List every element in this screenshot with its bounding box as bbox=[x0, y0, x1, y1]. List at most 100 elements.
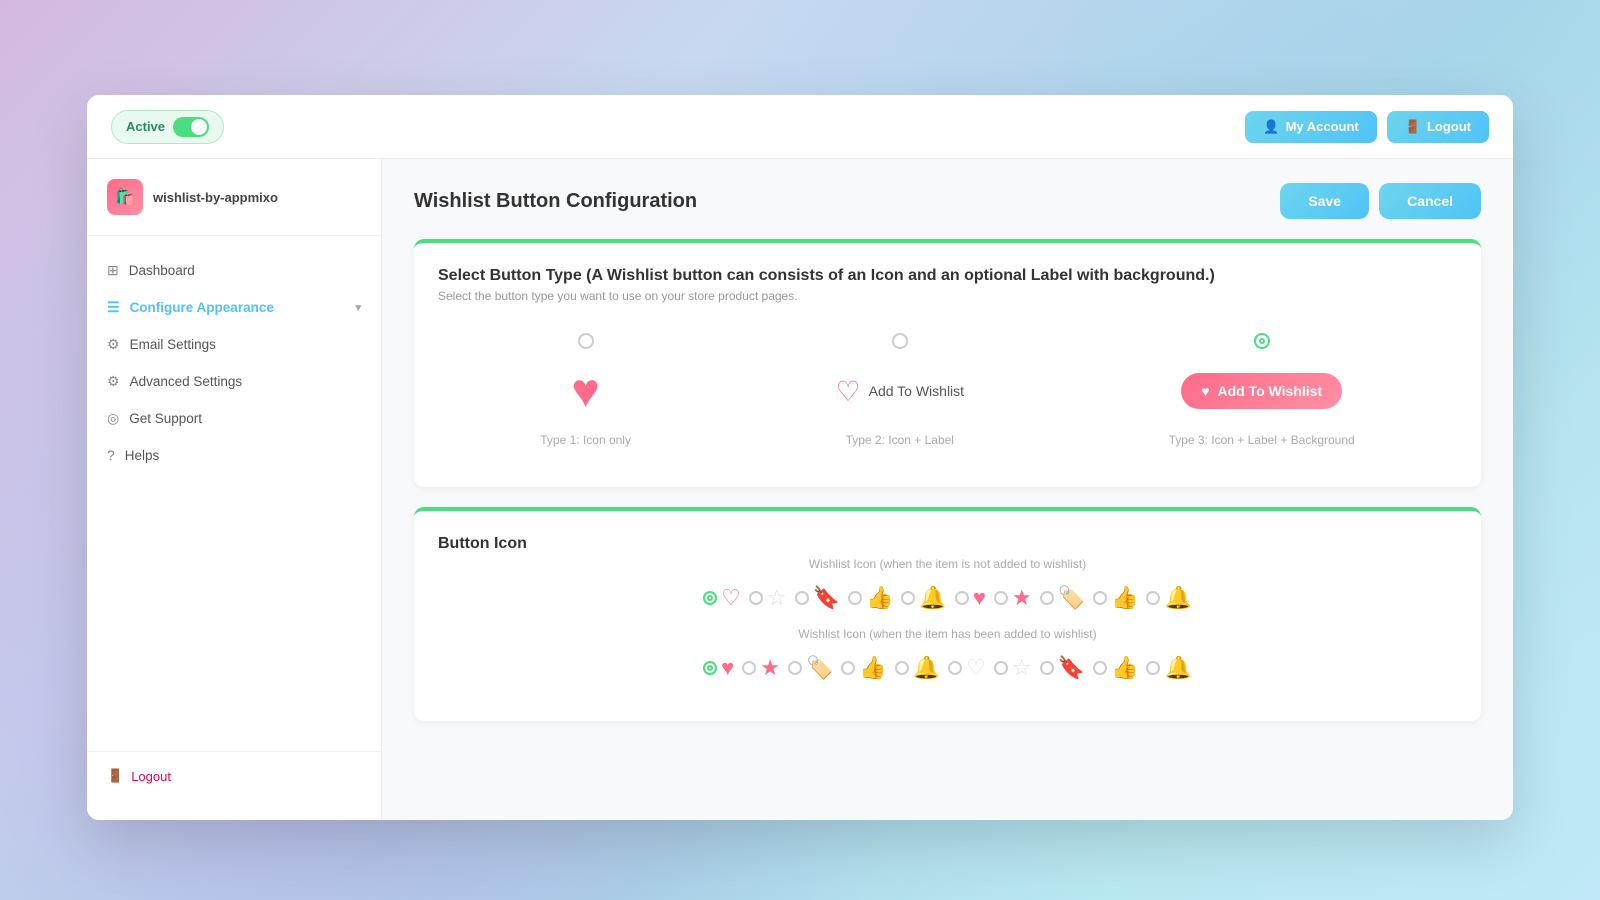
radio-type2[interactable] bbox=[892, 333, 908, 349]
added-radio-heart-outline[interactable] bbox=[948, 661, 962, 675]
nav-menu: ⊞ Dashboard ☰ Configure Appearance ▾ ⚙ E… bbox=[87, 236, 381, 751]
type3-display: ♥ Add To Wishlist bbox=[1181, 361, 1342, 421]
type1-display: ♥ bbox=[571, 361, 600, 421]
radio-heart-outline[interactable] bbox=[703, 591, 717, 605]
added-radio-bookmark-outline[interactable] bbox=[1040, 661, 1054, 675]
sidebar: 🛍️ wishlist-by-appmixo ⊞ Dashboard ☰ Con… bbox=[87, 159, 382, 820]
added-bookmark-outline-icon: 🔖 bbox=[1058, 655, 1085, 681]
button-type-title: Select Button Type (A Wishlist button ca… bbox=[438, 267, 1457, 285]
added-radio-star-outline[interactable] bbox=[994, 661, 1008, 675]
icon-option-bookmark-outline[interactable]: 🔖 bbox=[795, 585, 840, 611]
type2-text: Add To Wishlist bbox=[869, 383, 964, 399]
radio-row-type2 bbox=[892, 333, 908, 349]
added-icon-option-star-solid[interactable]: ★ bbox=[742, 655, 780, 681]
active-toggle[interactable]: Active bbox=[111, 110, 224, 144]
advanced-label: Advanced Settings bbox=[130, 374, 243, 389]
sidebar-logout-button[interactable]: 🚪 Logout bbox=[107, 768, 361, 784]
cancel-button[interactable]: Cancel bbox=[1379, 183, 1481, 219]
added-icon-option-bookmark-solid[interactable]: 🏷️ bbox=[788, 655, 833, 681]
bell-outline-icon: 🔔 bbox=[919, 585, 946, 611]
sidebar-item-configure-appearance[interactable]: ☰ Configure Appearance ▾ bbox=[87, 289, 381, 326]
radio-star-solid[interactable] bbox=[994, 591, 1008, 605]
added-star-solid-icon: ★ bbox=[760, 655, 780, 681]
button-type-card: Select Button Type (A Wishlist button ca… bbox=[414, 239, 1481, 487]
sidebar-item-advanced-settings[interactable]: ⚙ Advanced Settings bbox=[87, 363, 381, 400]
radio-type1[interactable] bbox=[578, 333, 594, 349]
type2-label: Type 2: Icon + Label bbox=[846, 433, 954, 447]
thumbsup-solid-icon: 👍 bbox=[1111, 585, 1138, 611]
radio-star-outline[interactable] bbox=[749, 591, 763, 605]
added-icon-option-bell-solid[interactable]: 🔔 bbox=[895, 655, 940, 681]
sidebar-item-email-settings[interactable]: ⚙ Email Settings bbox=[87, 326, 381, 363]
added-radio-star-solid[interactable] bbox=[742, 661, 756, 675]
added-radio-thumbsup-outline[interactable] bbox=[1093, 661, 1107, 675]
radio-heart-solid[interactable] bbox=[955, 591, 969, 605]
sidebar-item-get-support[interactable]: ◎ Get Support bbox=[87, 400, 381, 437]
added-icon-option-bookmark-outline[interactable]: 🔖 bbox=[1040, 655, 1085, 681]
page-header: Wishlist Button Configuration Save Cance… bbox=[414, 183, 1481, 219]
added-icon-option-star-outline[interactable]: ☆ bbox=[994, 655, 1032, 681]
added-radio-thumbsup-solid[interactable] bbox=[841, 661, 855, 675]
added-icon-option-heart-solid[interactable]: ♥ bbox=[703, 655, 734, 681]
top-bar-left: Active bbox=[111, 110, 224, 144]
heart-btn-icon: ♥ bbox=[1201, 383, 1209, 399]
sidebar-item-dashboard[interactable]: ⊞ Dashboard bbox=[87, 252, 381, 289]
radio-bookmark-solid[interactable] bbox=[1040, 591, 1054, 605]
heart-outline-icon: ♡ bbox=[721, 585, 741, 611]
wishlist-btn-preview: ♥ Add To Wishlist bbox=[1181, 373, 1342, 409]
added-bookmark-solid-icon: 🏷️ bbox=[806, 655, 833, 681]
added-radio-bell-solid[interactable] bbox=[895, 661, 909, 675]
radio-bookmark-outline[interactable] bbox=[795, 591, 809, 605]
button-type-3[interactable]: ♥ Add To Wishlist Type 3: Icon + Label +… bbox=[1169, 333, 1355, 447]
added-icon-option-heart-outline[interactable]: ♡ bbox=[948, 655, 986, 681]
added-icon-option-thumbsup-solid[interactable]: 👍 bbox=[841, 655, 886, 681]
toggle-switch[interactable] bbox=[173, 117, 209, 137]
help-icon: ? bbox=[107, 447, 115, 463]
icon-option-bell-solid[interactable]: 🔔 bbox=[1146, 585, 1191, 611]
added-thumbsup-outline-icon: 👍 bbox=[1111, 655, 1138, 681]
button-type-subtitle: Select the button type you want to use o… bbox=[438, 289, 1457, 303]
added-heart-solid-icon: ♥ bbox=[721, 655, 734, 681]
button-icon-card: Button Icon Wishlist Icon (when the item… bbox=[414, 507, 1481, 721]
my-account-button[interactable]: 👤 My Account bbox=[1245, 111, 1376, 143]
icon-option-heart-solid[interactable]: ♥ bbox=[955, 585, 986, 611]
added-icon-option-bell-outline[interactable]: 🔔 bbox=[1146, 655, 1191, 681]
added-radio-bell-outline[interactable] bbox=[1146, 661, 1160, 675]
radio-bell-solid[interactable] bbox=[1146, 591, 1160, 605]
sidebar-logout-label: Logout bbox=[131, 769, 171, 784]
heart-solid-icon: ♥ bbox=[571, 364, 600, 419]
bell-solid-icon: 🔔 bbox=[1164, 585, 1191, 611]
icon-option-thumbsup-solid[interactable]: 👍 bbox=[1093, 585, 1138, 611]
top-logout-button[interactable]: 🚪 Logout bbox=[1387, 111, 1489, 143]
radio-bell-outline[interactable] bbox=[901, 591, 915, 605]
radio-type3[interactable] bbox=[1254, 333, 1270, 349]
star-outline-icon: ☆ bbox=[767, 585, 787, 611]
wishlist-label-preview: ♡ Add To Wishlist bbox=[836, 375, 965, 408]
icon-option-bell-outline[interactable]: 🔔 bbox=[901, 585, 946, 611]
heart-solid-icon-opt: ♥ bbox=[973, 585, 986, 611]
radio-thumbsup-solid[interactable] bbox=[1093, 591, 1107, 605]
icon-option-star-solid[interactable]: ★ bbox=[994, 585, 1032, 611]
save-button[interactable]: Save bbox=[1280, 183, 1369, 219]
icon-option-thumbsup-outline[interactable]: 👍 bbox=[848, 585, 893, 611]
radio-thumbsup-outline[interactable] bbox=[848, 591, 862, 605]
logo-icon: 🛍️ bbox=[115, 187, 135, 207]
added-radio-bookmark-solid[interactable] bbox=[788, 661, 802, 675]
dashboard-label: Dashboard bbox=[129, 263, 195, 278]
added-radio-heart-solid[interactable] bbox=[703, 661, 717, 675]
advanced-icon: ⚙ bbox=[107, 373, 120, 390]
top-logout-label: Logout bbox=[1427, 119, 1471, 134]
button-type-2[interactable]: ♡ Add To Wishlist Type 2: Icon + Label bbox=[836, 333, 965, 447]
app-window: Active 👤 My Account 🚪 Logout 🛍️ wishlist… bbox=[87, 95, 1513, 820]
bookmark-outline-icon: 🔖 bbox=[813, 585, 840, 611]
added-icon-option-thumbsup-outline[interactable]: 👍 bbox=[1093, 655, 1138, 681]
icon-option-bookmark-solid[interactable]: 🏷️ bbox=[1040, 585, 1085, 611]
icon-option-star-outline[interactable]: ☆ bbox=[749, 585, 787, 611]
added-thumbsup-solid-icon: 👍 bbox=[859, 655, 886, 681]
button-type-1[interactable]: ♥ Type 1: Icon only bbox=[540, 333, 631, 447]
heart-outline-icon: ♡ bbox=[836, 375, 861, 408]
icon-option-heart-outline[interactable]: ♡ bbox=[703, 585, 741, 611]
star-solid-icon: ★ bbox=[1012, 585, 1032, 611]
sidebar-item-helps[interactable]: ? Helps bbox=[87, 437, 381, 473]
thumbsup-outline-icon: 👍 bbox=[866, 585, 893, 611]
